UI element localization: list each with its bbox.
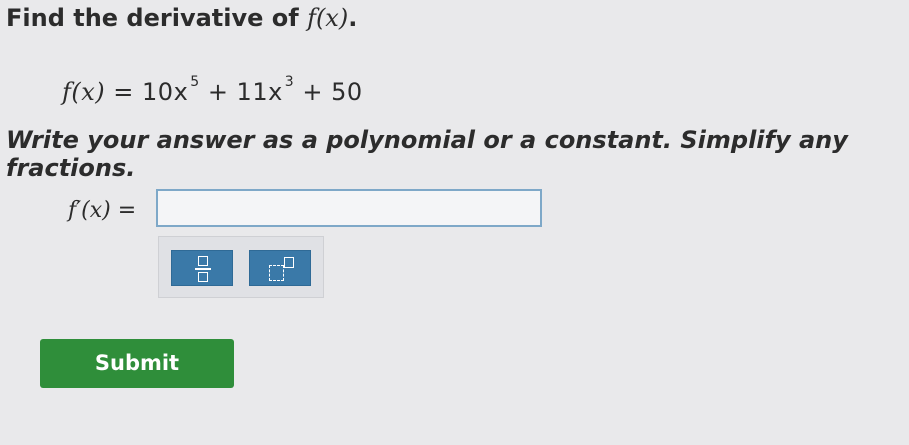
exponent-icon (269, 257, 295, 281)
question-prompt: Find the derivative of f(x). (6, 4, 357, 32)
equation-lhs: f(x) (62, 78, 106, 106)
fraction-icon (195, 256, 211, 282)
derivative-label: f′(x) (68, 198, 111, 223)
equation-term-1: = 10x (105, 78, 189, 106)
answer-label: f′(x) = (68, 198, 136, 223)
fraction-button[interactable] (171, 250, 233, 286)
submit-button[interactable]: Submit (40, 339, 234, 388)
equation-term-3: + 50 (294, 78, 363, 106)
prompt-function: f(x) (307, 4, 349, 32)
exponent-1: 5 (190, 74, 200, 90)
function-equation: f(x) = 10x 5 + 11x 3 + 50 (62, 74, 363, 106)
exponent-button[interactable] (249, 250, 311, 286)
prompt-end: . (348, 4, 358, 32)
prompt-text: Find the derivative of (6, 4, 308, 32)
equation-term-2: + 11x (199, 78, 283, 106)
answer-instructions: Write your answer as a polynomial or a c… (6, 126, 848, 182)
exponent-2: 3 (284, 74, 295, 90)
equals-sign: = (110, 198, 137, 223)
answer-input[interactable] (156, 189, 542, 227)
math-toolbar (158, 236, 324, 298)
